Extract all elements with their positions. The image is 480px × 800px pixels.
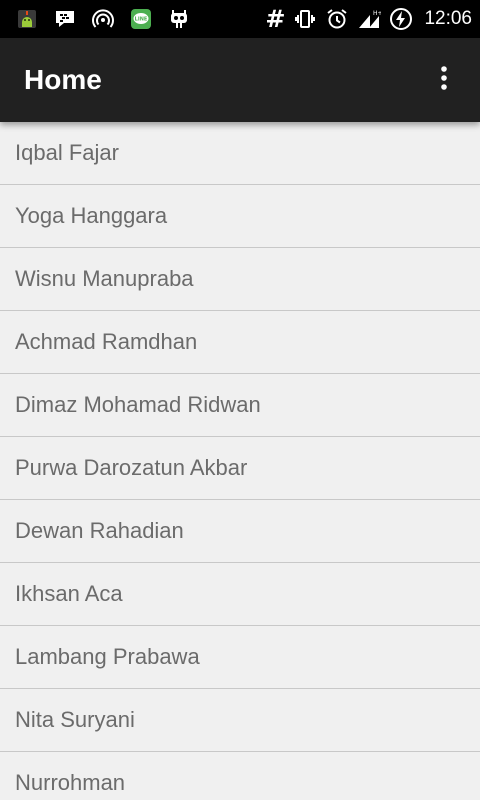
vibrate-icon <box>292 6 318 32</box>
status-clock: 12:06 <box>424 8 472 29</box>
list-item[interactable]: Wisnu Manupraba <box>0 248 480 311</box>
list-item[interactable]: Dewan Rahadian <box>0 500 480 563</box>
list-item[interactable]: Dimaz Mohamad Ridwan <box>0 374 480 437</box>
svg-text:LINE: LINE <box>135 17 148 23</box>
page-title: Home <box>24 64 102 95</box>
notification-icons: LINE <box>14 6 192 32</box>
signal-icon: H+ <box>356 6 382 32</box>
hotspot-icon <box>90 6 116 32</box>
list-item[interactable]: Nita Suryani <box>0 689 480 752</box>
list-item[interactable]: Ikhsan Aca <box>0 563 480 626</box>
overflow-menu-button[interactable] <box>424 56 464 104</box>
list-item[interactable]: Nurrohman <box>0 752 480 800</box>
custom-icon <box>166 6 192 32</box>
name-list: Iqbal Fajar Yoga Hanggara Wisnu Manuprab… <box>0 122 480 800</box>
list-item[interactable]: Purwa Darozatun Akbar <box>0 437 480 500</box>
list-item[interactable]: Yoga Hanggara <box>0 185 480 248</box>
list-item[interactable]: Lambang Prabawa <box>0 626 480 689</box>
system-icons: # H+ 12:06 <box>264 5 472 33</box>
alarm-icon <box>324 6 350 32</box>
overflow-menu-icon <box>440 65 448 96</box>
status-bar: LINE # H+ 12:06 <box>0 0 480 38</box>
list-item[interactable]: Achmad Ramdhan <box>0 311 480 374</box>
line-icon: LINE <box>128 6 154 32</box>
battery-charging-icon <box>388 6 414 32</box>
bbm-icon <box>52 6 78 32</box>
app-bar: Home <box>0 38 480 122</box>
android-debug-icon <box>14 6 40 32</box>
hash-icon: # <box>265 5 286 33</box>
list-item[interactable]: Iqbal Fajar <box>0 122 480 185</box>
svg-text:H+: H+ <box>373 10 381 17</box>
